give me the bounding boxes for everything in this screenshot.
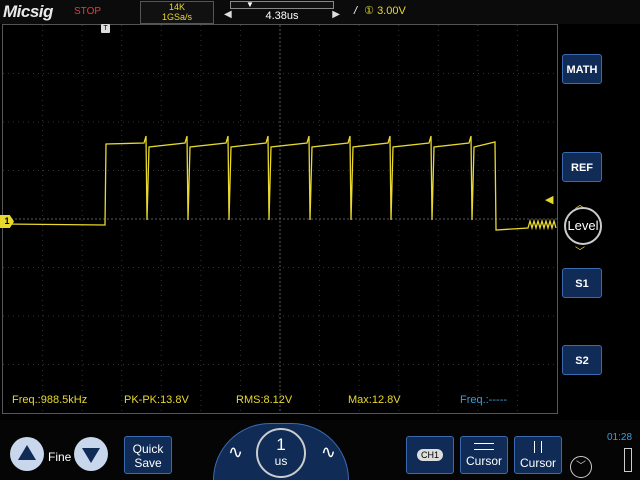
timebase-unit: us	[274, 454, 288, 468]
grid-lines	[3, 25, 557, 413]
battery-icon	[624, 448, 632, 472]
horizontal-cursor-button[interactable]: Cursor	[460, 436, 508, 474]
run-stop-status[interactable]: STOP	[74, 6, 101, 17]
vertical-cursor-icon	[534, 441, 542, 453]
horizontal-offset-value: 4.38us	[265, 10, 299, 22]
trigger-level-value: 3.00V	[377, 5, 406, 17]
memory-depth: 14K	[168, 2, 185, 12]
level-down-chevron-icon[interactable]: ﹀	[575, 243, 585, 258]
trigger-channel-icon: ①	[364, 5, 374, 17]
sample-rate: 1GSa/s	[161, 12, 192, 22]
timebase-value: 1	[276, 435, 286, 454]
trigger-level-arrow-icon: ◀	[545, 194, 554, 206]
measurement-2[interactable]: PK-PK:13.8V	[124, 394, 189, 406]
measurement-5[interactable]: Freq.:-----	[460, 394, 507, 406]
channel-1-button[interactable]: CH1	[406, 436, 454, 474]
horizontal-offset-control[interactable]: ◀ 4.38us ▶	[224, 9, 340, 23]
trigger-position-marker-icon[interactable]: T	[101, 24, 110, 33]
fine-down-button[interactable]	[74, 437, 108, 471]
sine-wave-icon[interactable]: ∿	[321, 442, 336, 463]
collapse-chevron-icon[interactable]: ﹀	[570, 456, 592, 478]
fine-up-button[interactable]	[10, 437, 44, 471]
horizontal-cursor-icon	[474, 443, 494, 450]
level-knob[interactable]: Level	[564, 207, 602, 245]
measurement-1[interactable]: Freq.:988.5kHz	[12, 394, 87, 406]
waveform-graticule[interactable]	[2, 24, 558, 414]
trigger-edge-icon: /	[354, 5, 358, 17]
s2-button[interactable]: S2	[562, 345, 602, 375]
ref-button[interactable]: REF	[562, 152, 602, 182]
memory-position-marker-icon: ▼	[246, 0, 254, 9]
up-arrow-icon	[18, 445, 36, 460]
sine-wave-icon[interactable]: ∿	[228, 442, 243, 463]
fine-label: Fine	[48, 450, 72, 464]
vertical-cursor-button[interactable]: Cursor	[514, 436, 562, 474]
top-status-bar: Micsig STOP 14K 1GSa/s ▼ ◀ 4.38us ▶ / ① …	[0, 0, 640, 24]
trigger-info[interactable]: / ① 3.00V	[354, 4, 406, 17]
measurement-3[interactable]: RMS:8.12V	[236, 394, 292, 406]
measurement-4[interactable]: Max:12.8V	[348, 394, 401, 406]
quick-save-button[interactable]: Quick Save	[124, 436, 172, 474]
brand-logo: Micsig	[3, 2, 53, 21]
offset-right-arrow-icon[interactable]: ▶	[332, 9, 340, 20]
s1-button[interactable]: S1	[562, 268, 602, 298]
clock: 01:28	[607, 432, 633, 443]
timebase-knob[interactable]: 1 us	[256, 428, 306, 478]
acquisition-info[interactable]: 14K 1GSa/s	[140, 1, 214, 24]
math-button[interactable]: MATH	[562, 54, 602, 84]
down-arrow-icon	[82, 448, 100, 463]
